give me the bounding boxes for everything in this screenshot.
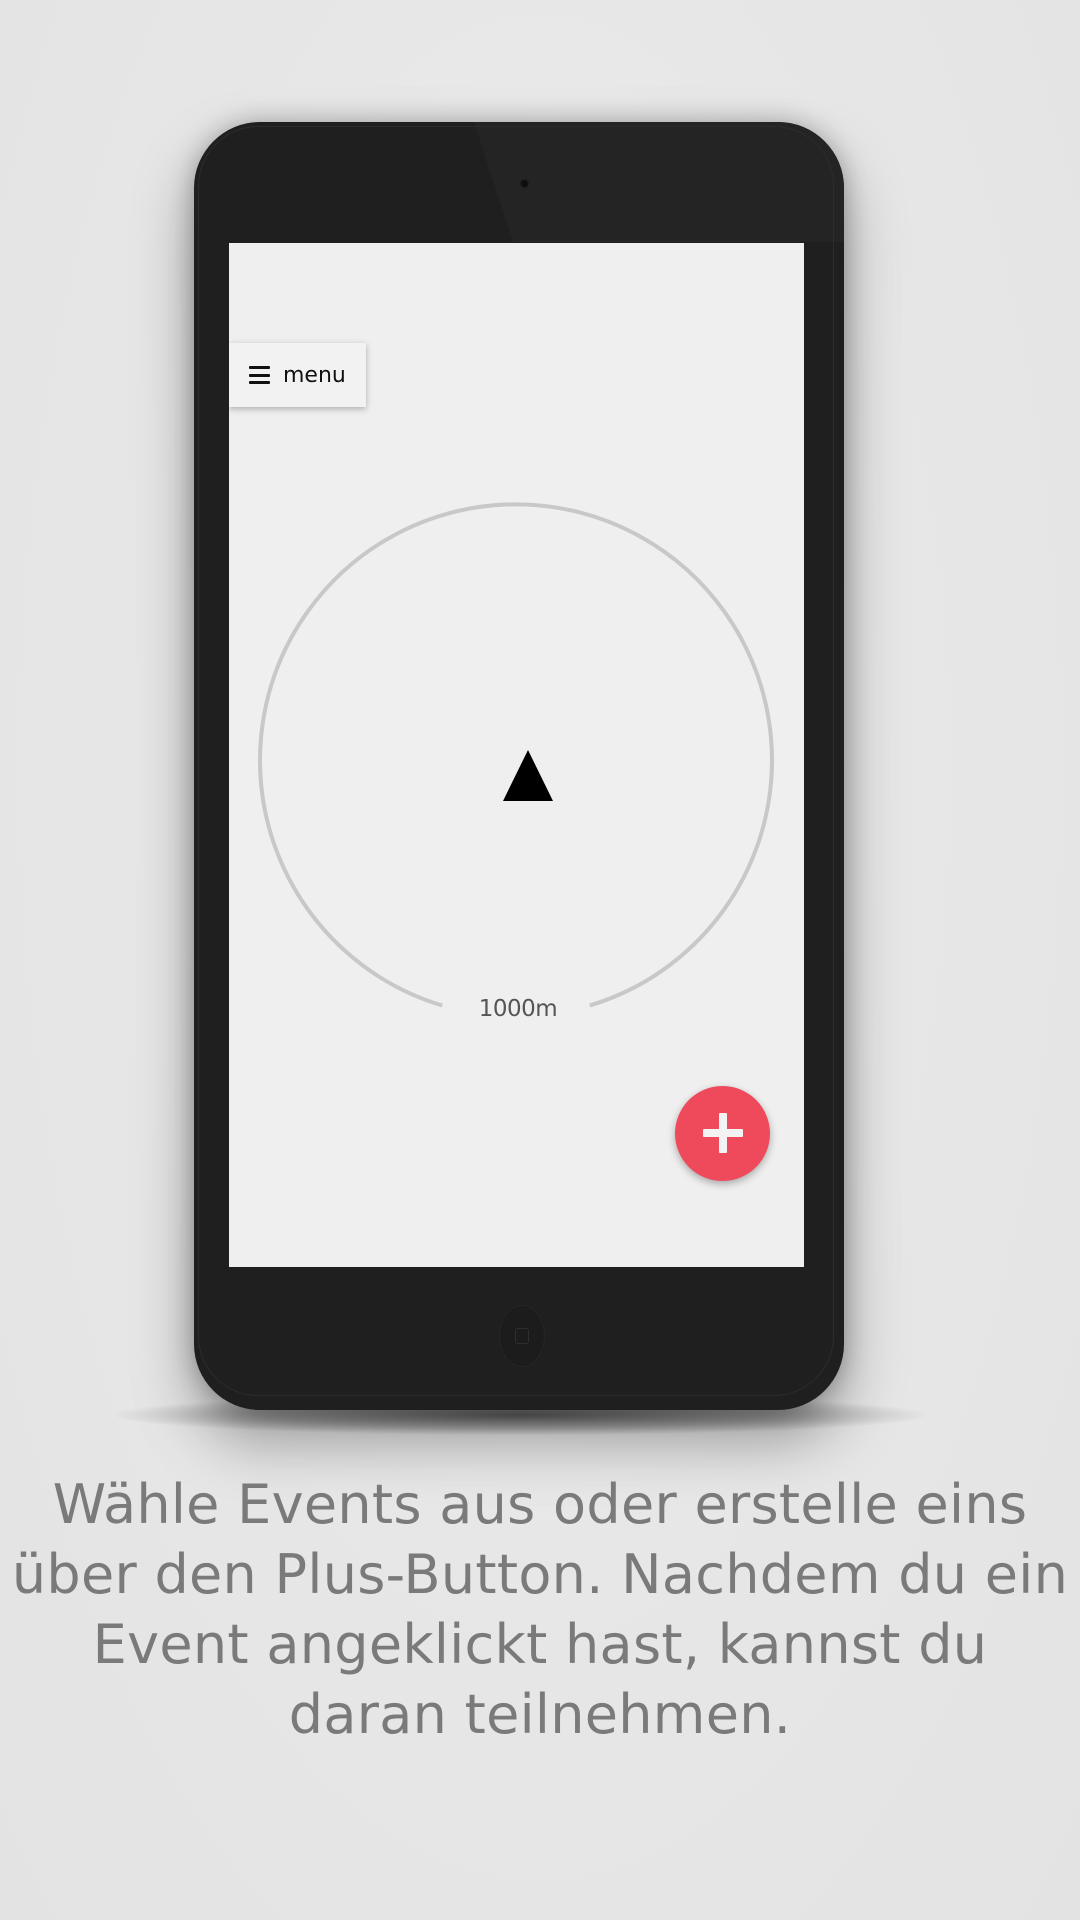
- caption-line-1: Wähle Events aus oder erstelle eins: [52, 1473, 1028, 1536]
- home-square-icon: [515, 1328, 529, 1344]
- home-button[interactable]: [499, 1305, 545, 1367]
- plus-icon-vertical: [719, 1113, 727, 1153]
- app-screen: menu 1000m: [229, 243, 804, 1267]
- caption-line-3: Event angeklickt hast, kannst du: [92, 1613, 988, 1676]
- promo-caption: Wähle Events aus oder erstelle eins über…: [0, 1470, 1080, 1750]
- menu-button[interactable]: menu: [229, 343, 366, 407]
- add-event-button[interactable]: [675, 1086, 770, 1181]
- phone-device-frame: menu 1000m: [194, 122, 844, 1410]
- caption-line-2: über den Plus-Button. Nachdem du ein: [11, 1543, 1069, 1606]
- radar-ring: [258, 502, 774, 1008]
- menu-label: menu: [283, 362, 346, 388]
- triangle-up-icon: [503, 750, 553, 801]
- radius-label: 1000m: [478, 996, 558, 1022]
- front-camera-icon: [520, 179, 529, 188]
- caption-line-4: daran teilnehmen.: [288, 1683, 792, 1746]
- hamburger-icon: [249, 366, 270, 384]
- promo-page: menu 1000m Wähle Events aus oder erstell…: [0, 0, 1080, 1920]
- device-glare: [474, 122, 844, 242]
